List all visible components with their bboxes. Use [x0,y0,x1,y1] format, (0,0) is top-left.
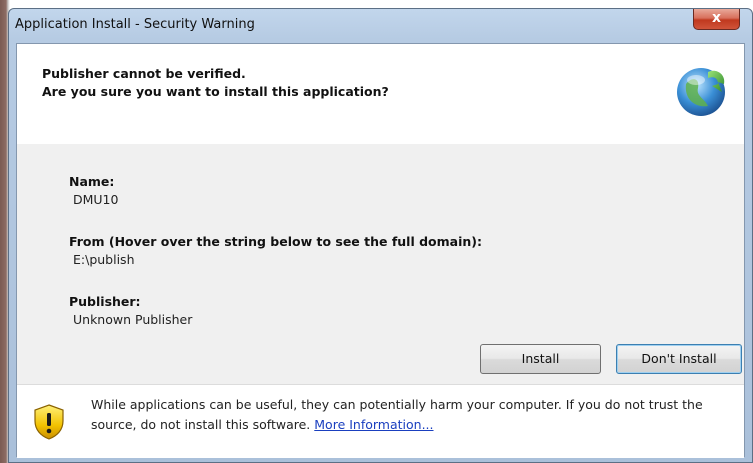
warning-message: While applications can be useful, they c… [91,395,736,435]
window-title: Application Install - Security Warning [15,17,255,32]
title-bar: Application Install - Security Warning x [9,9,752,43]
from-value[interactable]: E:\publish [73,252,135,267]
header-question: Are you sure you want to install this ap… [42,84,389,99]
shield-warning-icon [34,404,64,440]
dialog-body: Publisher cannot be verified. Are you su… [16,43,745,458]
install-button[interactable]: Install [480,344,601,374]
name-label: Name: [69,174,115,189]
publisher-value: Unknown Publisher [73,312,193,327]
close-icon: x [711,10,722,26]
warning-footer: While applications can be useful, they c… [17,384,744,458]
close-button[interactable]: x [693,9,740,30]
publisher-label: Publisher: [69,294,141,309]
more-information-link[interactable]: More Information... [314,417,433,432]
name-value: DMU10 [73,192,119,207]
clickonce-globe-icon [677,68,725,116]
from-label: From (Hover over the string below to see… [69,234,482,249]
header-title: Publisher cannot be verified. [42,66,246,81]
dont-install-button[interactable]: Don't Install [616,344,742,374]
warning-header: Publisher cannot be verified. Are you su… [17,44,744,144]
security-warning-dialog: Application Install - Security Warning x… [8,8,753,463]
